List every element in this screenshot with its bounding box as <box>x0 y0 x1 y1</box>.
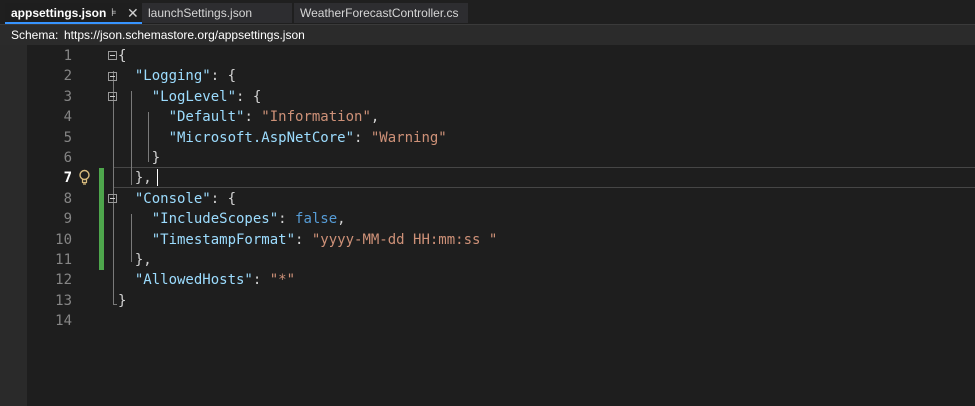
json-key: "Console" <box>118 190 211 207</box>
json-punctuation: } <box>118 150 161 166</box>
line-number: 7 <box>63 170 72 187</box>
tab-appsettings-json[interactable]: appsettings.json ⊧ ✕ <box>5 3 142 24</box>
indent-guide <box>113 71 114 305</box>
tab-launchsettings-json[interactable]: launchSettings.json <box>142 3 292 23</box>
json-key: "LogLevel" <box>118 88 237 105</box>
json-key: "IncludeScopes" <box>118 211 279 228</box>
json-punctuation: : { <box>236 88 262 105</box>
code-line[interactable]: "AllowedHosts": "*" <box>118 270 295 290</box>
schema-bar: Schema: https://json.schemastore.org/app… <box>0 24 975 45</box>
tab-label: appsettings.json <box>11 6 107 20</box>
json-keyword: false <box>295 211 338 228</box>
code-line[interactable]: "LogLevel": { <box>118 87 262 107</box>
json-string: "Information" <box>261 109 371 126</box>
pin-icon[interactable]: ⊧ <box>111 3 117 23</box>
json-punctuation: , <box>370 109 380 126</box>
indent-guide <box>113 304 117 305</box>
json-string: "*" <box>269 272 296 289</box>
line-number: 3 <box>63 88 72 105</box>
json-punctuation: }, <box>118 170 152 187</box>
current-line-highlight <box>113 167 975 188</box>
json-key: "TimestampFormat" <box>118 231 296 248</box>
json-string: "Warning" <box>370 129 447 146</box>
json-key: "Microsoft.AspNetCore" <box>118 129 355 146</box>
json-punctuation: : <box>278 211 296 228</box>
json-punctuation: : <box>295 231 312 248</box>
line-number: 9 <box>63 211 72 228</box>
line-number: 12 <box>55 272 72 289</box>
code-line[interactable]: "Console": { <box>118 189 236 209</box>
line-number: 1 <box>63 48 72 64</box>
code-line[interactable]: }, <box>118 250 152 270</box>
line-number: 4 <box>63 109 72 126</box>
line-number: 13 <box>55 292 72 309</box>
code-line[interactable]: "Logging": { <box>118 66 236 86</box>
document-tab-strip: appsettings.json ⊧ ✕ launchSettings.json… <box>0 0 975 24</box>
code-line[interactable]: "TimestampFormat": "yyyy-MM-dd HH:mm:ss … <box>118 230 498 250</box>
line-number: 2 <box>63 68 72 85</box>
json-punctuation: } <box>118 292 127 309</box>
line-number: 14 <box>55 313 72 330</box>
change-tracking-bar <box>99 168 104 270</box>
fold-toggle-icon[interactable] <box>108 92 117 101</box>
json-key: "Default" <box>118 109 245 126</box>
tab-weatherforecastcontroller-cs[interactable]: WeatherForecastController.cs <box>294 3 468 23</box>
close-icon[interactable]: ✕ <box>127 3 139 23</box>
json-string: "yyyy-MM-dd HH:mm:ss " <box>311 231 498 248</box>
json-punctuation: : <box>354 129 371 146</box>
json-punctuation: { <box>118 48 127 64</box>
code-line[interactable]: "Default": "Information", <box>118 107 380 127</box>
line-number: 6 <box>63 150 72 166</box>
code-line[interactable]: "Microsoft.AspNetCore": "Warning" <box>118 128 447 148</box>
line-number: 11 <box>55 252 72 268</box>
json-punctuation: }, <box>118 252 152 268</box>
json-punctuation: : <box>252 272 270 289</box>
json-key: "AllowedHosts" <box>118 272 253 289</box>
code-editor[interactable]: 1 2 3 4 5 6 7 8 9 10 11 12 13 14 { "Logging": { "LogL… <box>0 45 975 406</box>
fold-toggle-icon[interactable] <box>108 194 117 203</box>
json-key: "Logging" <box>118 68 211 85</box>
code-line[interactable]: "IncludeScopes": false, <box>118 209 346 229</box>
line-number: 8 <box>63 190 72 207</box>
code-line[interactable]: { <box>118 46 126 66</box>
lightbulb-icon[interactable] <box>78 169 91 185</box>
json-punctuation: : { <box>210 68 237 85</box>
tab-label: WeatherForecastController.cs <box>300 6 459 20</box>
json-punctuation: , <box>337 211 346 228</box>
code-line[interactable]: }, <box>118 168 152 188</box>
text-cursor <box>157 169 158 186</box>
fold-toggle-icon[interactable] <box>108 72 117 81</box>
code-line[interactable]: } <box>118 148 160 168</box>
code-line[interactable]: } <box>118 291 126 311</box>
json-punctuation: : { <box>210 190 237 207</box>
line-number: 5 <box>63 129 72 146</box>
schema-label: Schema: <box>11 28 59 42</box>
schema-url[interactable]: https://json.schemastore.org/appsettings… <box>64 25 305 45</box>
json-punctuation: : <box>244 109 262 126</box>
line-number: 10 <box>55 231 72 248</box>
fold-toggle-icon[interactable] <box>108 51 117 60</box>
tab-label: launchSettings.json <box>148 6 253 20</box>
